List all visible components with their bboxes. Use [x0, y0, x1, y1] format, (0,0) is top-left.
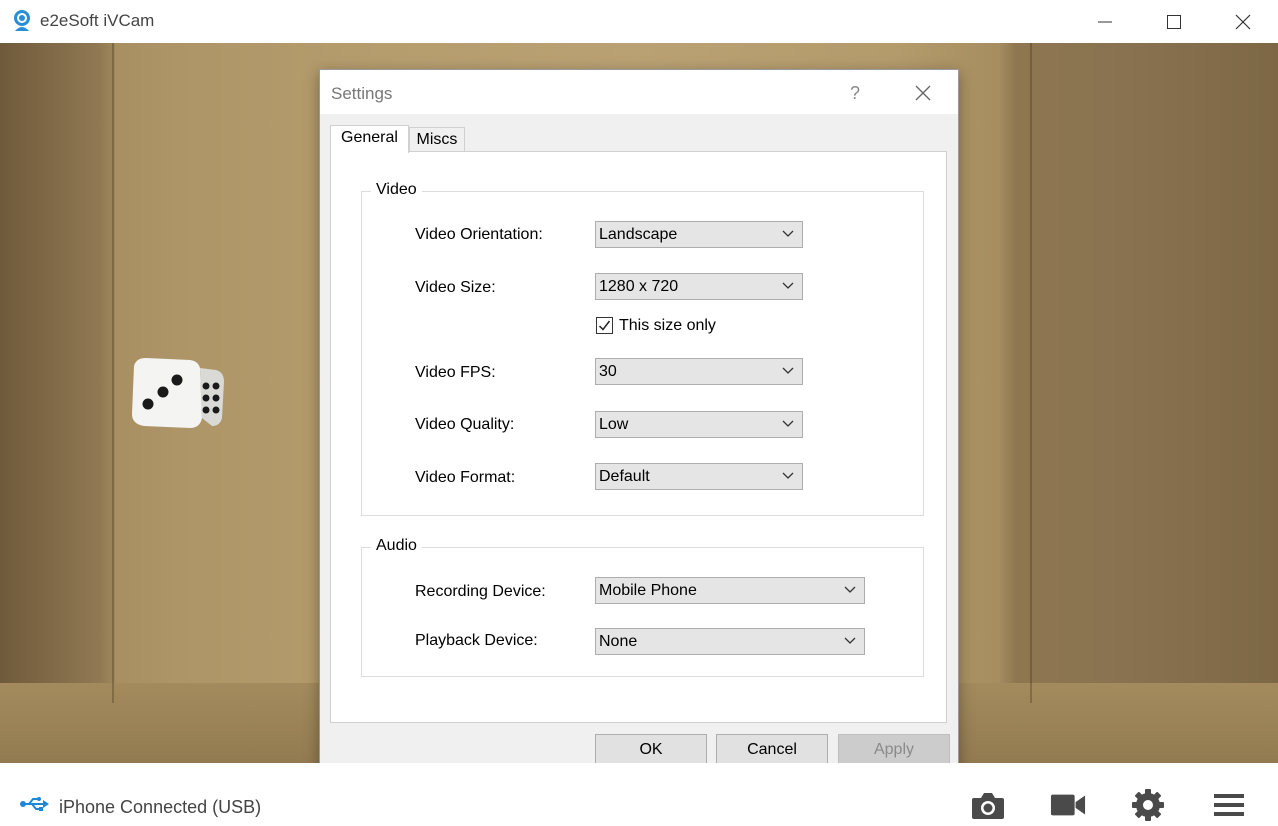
video-group-title: Video: [371, 181, 422, 199]
playback-device-label: Playback Device:: [415, 632, 538, 649]
close-window-button[interactable]: [1208, 0, 1278, 43]
maximize-icon: [1167, 14, 1181, 29]
cardboard-seam: [112, 43, 114, 703]
playback-device-dropdown[interactable]: None: [595, 628, 865, 655]
video-group: Video Video Orientation: Landscape Video…: [361, 181, 924, 516]
dialog-close-button[interactable]: [908, 78, 938, 108]
cardboard-right-wall: [1000, 43, 1278, 763]
video-camera-icon: [1050, 794, 1086, 816]
audio-group-title: Audio: [371, 537, 422, 555]
video-format-dropdown[interactable]: Default: [595, 463, 803, 490]
video-quality-label: Video Quality:: [415, 416, 515, 433]
chevron-down-icon: [782, 282, 794, 289]
this-size-only-label[interactable]: This size only: [619, 317, 716, 335]
tab-general[interactable]: General: [330, 125, 409, 153]
settings-button[interactable]: [1130, 789, 1166, 821]
audio-group: Audio Recording Device: Mobile Phone Pla…: [361, 537, 924, 677]
video-size-dropdown[interactable]: 1280 x 720: [595, 273, 803, 300]
chevron-down-icon: [782, 472, 794, 479]
ok-button[interactable]: OK: [595, 734, 707, 765]
video-format-value: Default: [599, 468, 650, 485]
recording-device-dropdown[interactable]: Mobile Phone: [595, 577, 865, 604]
gear-icon: [1132, 789, 1164, 821]
tab-miscs[interactable]: Miscs: [409, 127, 465, 152]
video-size-label: Video Size:: [415, 279, 496, 296]
video-quality-value: Low: [599, 416, 629, 433]
title-bar: e2eSoft iVCam: [0, 0, 1278, 43]
chevron-down-icon: [782, 367, 794, 374]
close-icon: [1235, 14, 1251, 29]
chevron-down-icon: [782, 230, 794, 237]
general-tab-panel: Video Video Orientation: Landscape Video…: [330, 151, 947, 723]
chevron-down-icon: [844, 586, 856, 593]
video-quality-dropdown[interactable]: Low: [595, 411, 803, 438]
record-video-button[interactable]: [1050, 789, 1086, 821]
cardboard-left-wall: [0, 43, 115, 763]
video-fps-value: 30: [599, 363, 617, 380]
help-button[interactable]: ?: [840, 78, 870, 108]
close-icon: [915, 85, 931, 101]
this-size-only-checkbox[interactable]: [596, 317, 613, 334]
maximize-button[interactable]: [1139, 0, 1209, 43]
chevron-down-icon: [844, 637, 856, 644]
usb-icon: [20, 797, 49, 811]
hamburger-menu-icon: [1214, 794, 1244, 816]
status-bar: iPhone Connected (USB): [0, 763, 1278, 826]
dice-image: [132, 358, 224, 428]
connection-status: iPhone Connected (USB): [59, 797, 262, 817]
minimize-button[interactable]: [1070, 0, 1140, 43]
video-orientation-label: Video Orientation:: [415, 226, 543, 243]
dialog-title-bar: Settings ?: [320, 70, 958, 114]
cancel-button[interactable]: Cancel: [716, 734, 828, 765]
video-format-label: Video Format:: [415, 469, 516, 486]
video-size-value: 1280 x 720: [599, 278, 679, 295]
snapshot-button[interactable]: [970, 789, 1006, 821]
cardboard-seam: [1030, 43, 1032, 703]
menu-button[interactable]: [1211, 789, 1247, 821]
video-fps-label: Video FPS:: [415, 364, 496, 381]
video-orientation-value: Landscape: [599, 226, 678, 243]
playback-device-value: None: [599, 633, 638, 650]
dialog-title: Settings: [331, 84, 393, 103]
chevron-down-icon: [782, 420, 794, 427]
minimize-icon: [1098, 21, 1112, 22]
app-webcam-icon: [14, 10, 30, 31]
video-orientation-dropdown[interactable]: Landscape: [595, 221, 803, 248]
video-fps-dropdown[interactable]: 30: [595, 358, 803, 385]
recording-device-label: Recording Device:: [415, 583, 546, 600]
app-title: e2eSoft iVCam: [40, 11, 155, 30]
settings-dialog: Settings ? General Miscs Video Video Ori…: [319, 69, 959, 777]
camera-icon: [972, 793, 1004, 819]
apply-button[interactable]: Apply: [838, 734, 950, 765]
checkmark-icon: [598, 320, 611, 331]
recording-device-value: Mobile Phone: [599, 582, 697, 599]
